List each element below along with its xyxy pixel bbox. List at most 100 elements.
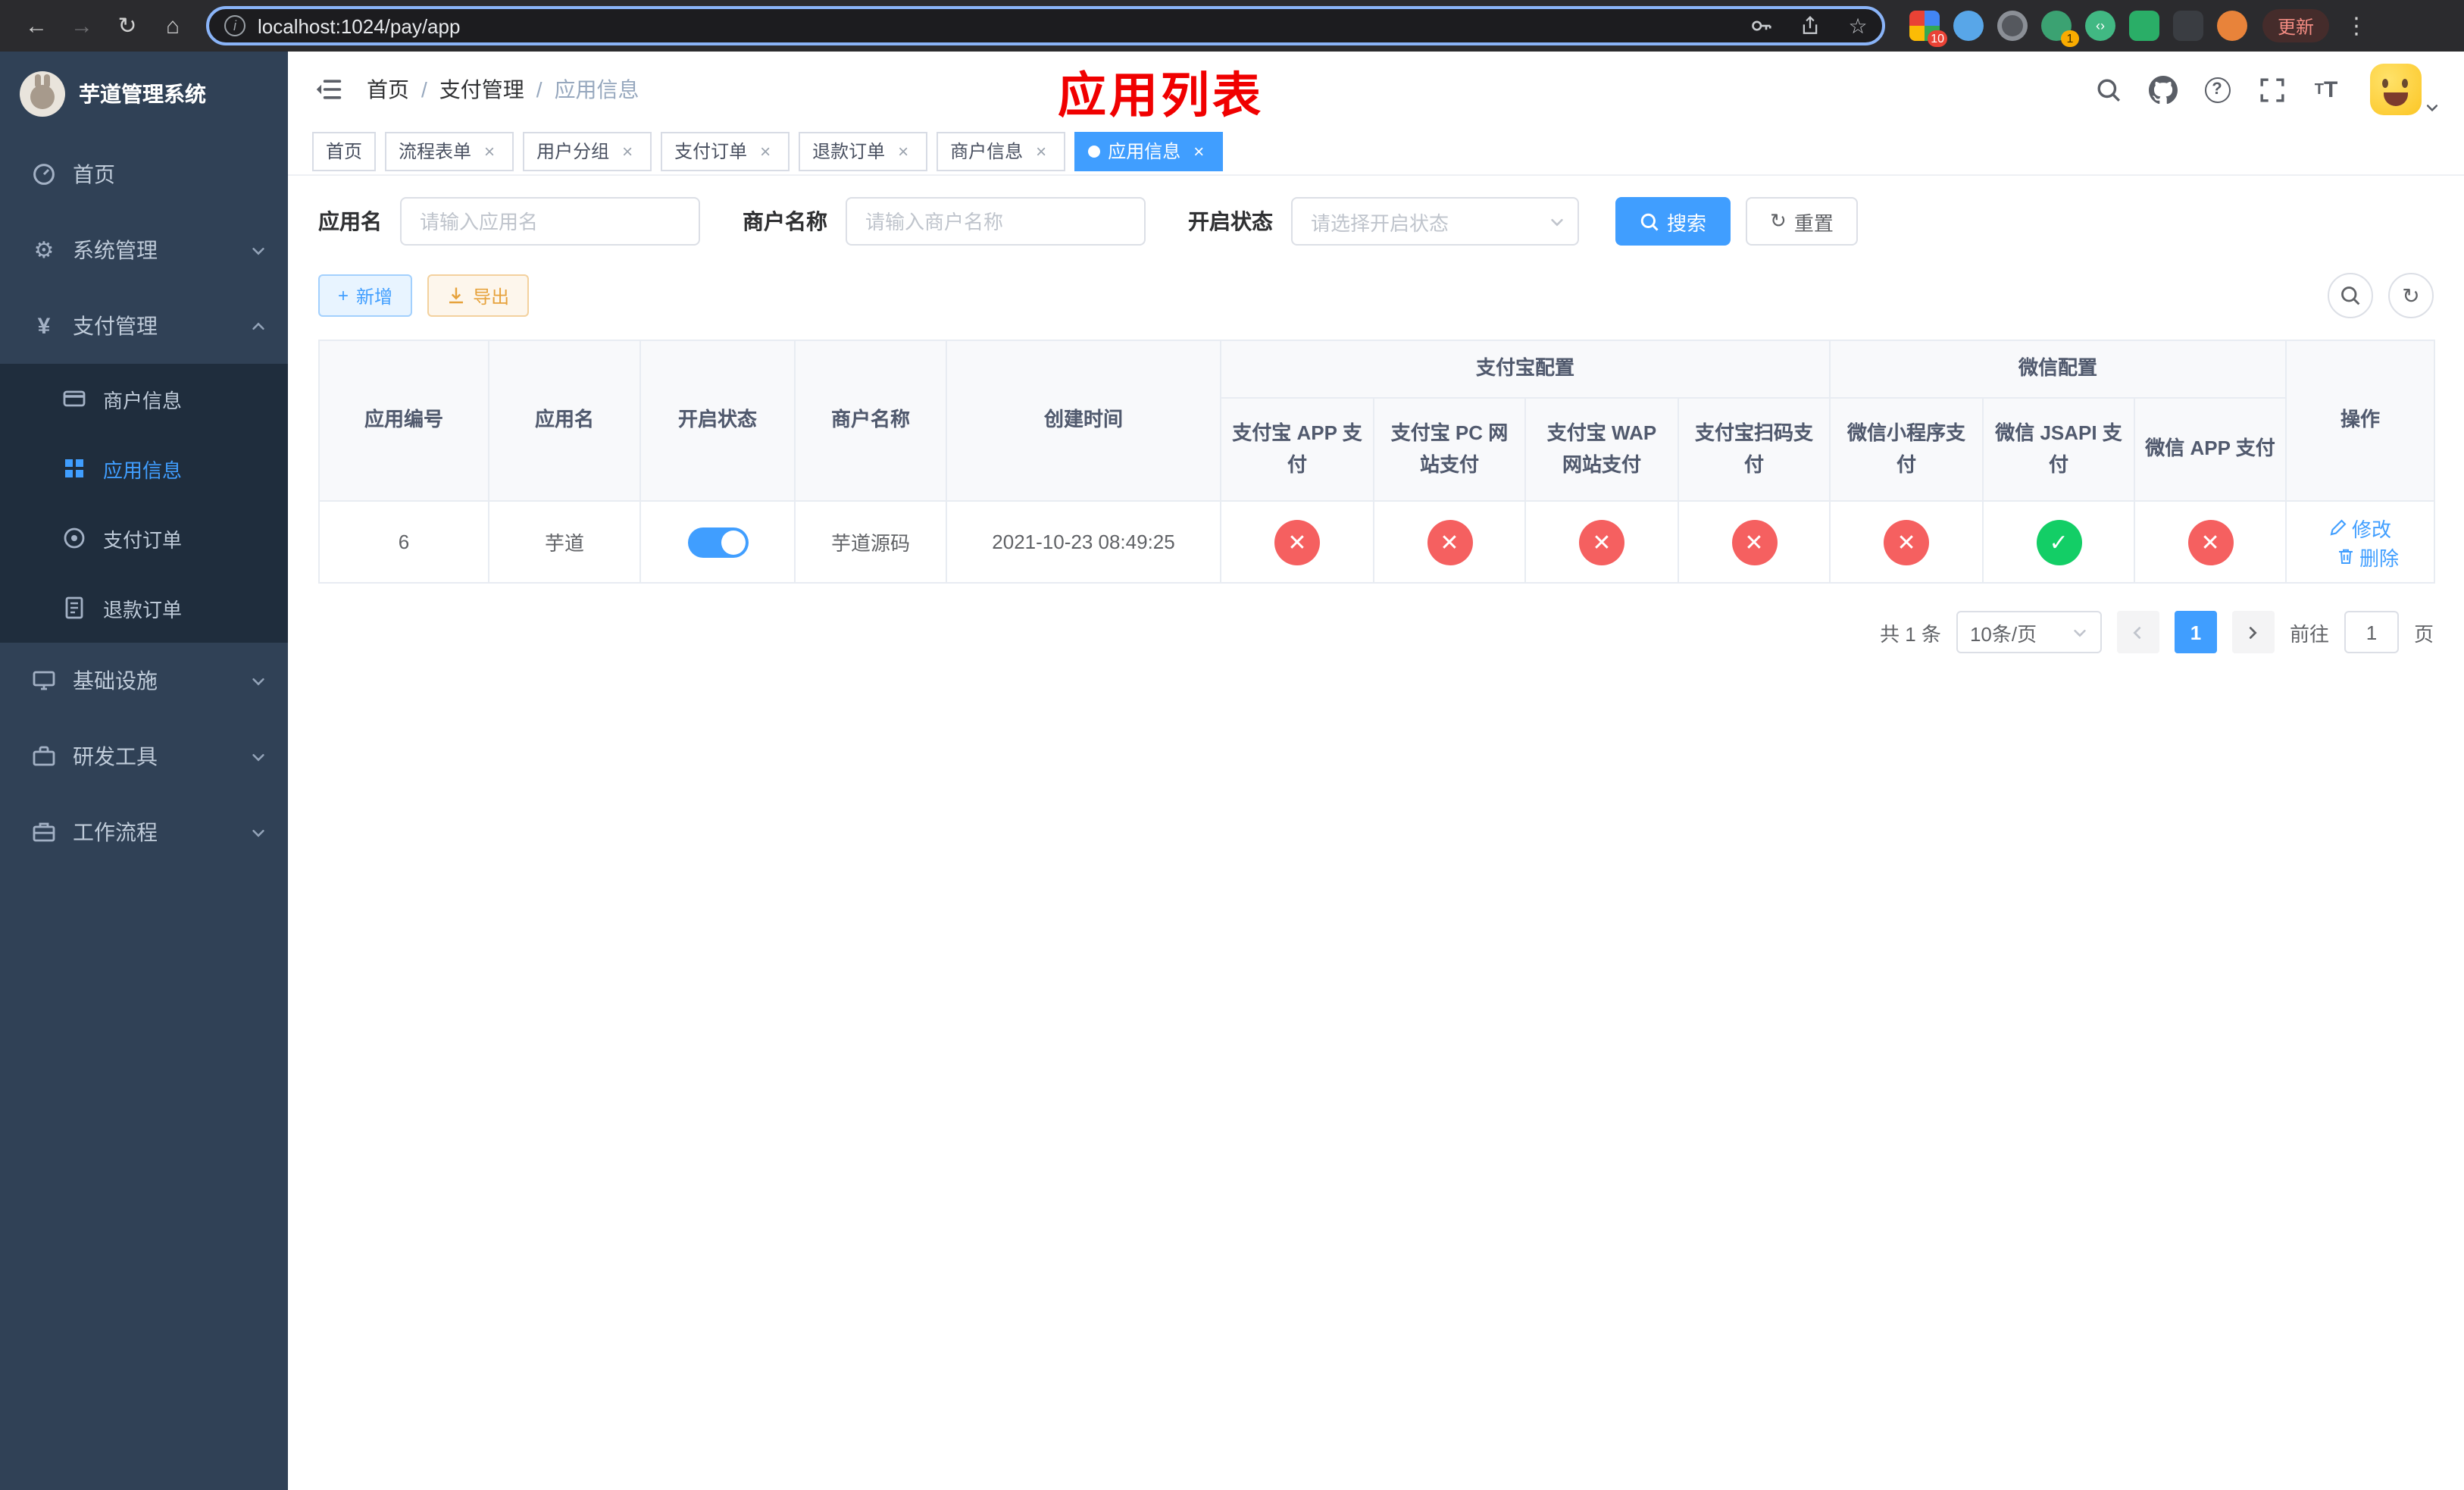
close-icon[interactable]: × [893, 140, 914, 161]
page-number-current[interactable]: 1 [2174, 611, 2217, 653]
extension-grid-icon[interactable]: 10 [1909, 11, 1947, 47]
sidebar-item-label: 支付订单 [103, 528, 183, 551]
sidebar-collapse-icon[interactable] [312, 73, 346, 106]
back-icon[interactable]: ← [15, 5, 58, 47]
goto-page-input[interactable] [2344, 611, 2399, 653]
next-page-button[interactable] [2231, 611, 2275, 653]
close-icon[interactable]: × [479, 140, 500, 161]
search-icon[interactable] [2085, 67, 2131, 112]
status-toggle[interactable] [687, 527, 748, 557]
home-icon[interactable]: ⌂ [152, 5, 194, 47]
status-select[interactable]: 请选择开启状态 [1291, 197, 1579, 246]
breadcrumb-item-payment[interactable]: 支付管理 [439, 74, 524, 105]
github-icon[interactable] [2140, 67, 2185, 112]
sidebar-item-dev-tools[interactable]: 研发工具 [0, 718, 288, 794]
sidebar-item-payment[interactable]: ¥ 支付管理 [0, 288, 288, 364]
sidebar-item-label: 应用信息 [103, 459, 183, 481]
tab-process-form[interactable]: 流程表单 × [385, 131, 514, 171]
share-icon[interactable] [1791, 8, 1828, 44]
tab-user-group[interactable]: 用户分组 × [523, 131, 652, 171]
sidebar-item-app-info[interactable]: 应用信息 [0, 434, 288, 503]
password-key-icon[interactable] [1743, 8, 1779, 44]
tab-label: 支付订单 [674, 141, 748, 162]
extension-drop-icon[interactable] [1953, 11, 1984, 41]
reload-icon[interactable]: ↻ [106, 5, 149, 47]
briefcase-icon [30, 819, 58, 846]
extension-badge: 1 [2061, 30, 2079, 47]
tags-view-bar: 首页 流程表单 × 用户分组 × 支付订单 × 退款订单 × 商户信息 × 应用… [288, 127, 2464, 176]
extension-dark-icon[interactable] [1997, 11, 2028, 41]
close-icon[interactable]: × [1188, 140, 1209, 161]
tab-home[interactable]: 首页 [312, 131, 377, 171]
monitor-icon [30, 667, 58, 694]
tab-merchant-info[interactable]: 商户信息 × [937, 131, 1066, 171]
prev-page-button[interactable] [2116, 611, 2159, 653]
payment-submenu: 商户信息 应用信息 支付订单 退款订单 [0, 364, 288, 643]
sidebar-item-merchant-info[interactable]: 商户信息 [0, 364, 288, 434]
sidebar-item-infrastructure[interactable]: 基础设施 [0, 643, 288, 718]
tab-label: 用户分组 [536, 141, 610, 162]
close-icon[interactable]: × [755, 140, 776, 161]
browser-update-button[interactable]: 更新 [2262, 9, 2330, 42]
font-size-icon[interactable]: TT [2303, 67, 2349, 112]
delete-link[interactable]: 删除 [2337, 542, 2399, 571]
app-name-input[interactable] [400, 197, 700, 246]
breadcrumb-item-home[interactable]: 首页 [367, 74, 409, 105]
alipay-wap-status-icon: ✕ [1579, 519, 1624, 565]
chevron-down-icon [250, 242, 267, 258]
extension-pin-icon[interactable] [2173, 11, 2203, 41]
user-menu[interactable] [2370, 64, 2440, 115]
forward-icon[interactable]: → [61, 5, 103, 47]
sidebar: 芋道管理系统 首页 ⚙ 系统管理 ¥ 支付管理 商户信息 应用信息 支付订单 退… [0, 52, 288, 1490]
reset-button[interactable]: ↻ 重置 [1746, 197, 1858, 246]
breadcrumb-separator: / [421, 77, 427, 102]
tab-payment-orders[interactable]: 支付订单 × [661, 131, 790, 171]
toggle-search-button[interactable] [2328, 273, 2373, 318]
fullscreen-icon[interactable] [2249, 67, 2294, 112]
merchant-name-input[interactable] [846, 197, 1146, 246]
app-logo[interactable]: 芋道管理系统 [0, 52, 288, 136]
sidebar-item-workflow[interactable]: 工作流程 [0, 794, 288, 870]
wechat-jsapi-status-icon: ✓ [2036, 519, 2082, 565]
chevron-down-icon [1551, 218, 1563, 226]
alipay-qr-status-icon: ✕ [1731, 519, 1777, 565]
browser-menu-icon[interactable]: ⋮ [2335, 5, 2378, 47]
plus-icon: + [338, 285, 349, 306]
chevron-down-icon [250, 824, 267, 840]
profile-avatar-icon[interactable] [2217, 11, 2247, 41]
help-icon[interactable]: ? [2194, 67, 2240, 112]
clock-icon [61, 524, 88, 552]
tab-refund-orders[interactable]: 退款订单 × [799, 131, 928, 171]
col-header-wechat-app: 微信 APP 支付 [2134, 397, 2287, 502]
page-size-select[interactable]: 10条/页 [1956, 611, 2102, 653]
pencil-icon [2330, 519, 2347, 536]
col-header-wechat-jsapi: 微信 JSAPI 支付 [1982, 397, 2136, 502]
edit-link[interactable]: 修改 [2329, 513, 2391, 542]
refresh-button[interactable]: ↻ [2388, 273, 2434, 318]
chevron-up-icon [250, 318, 267, 334]
chevron-down-icon [250, 748, 267, 765]
sidebar-item-payment-orders[interactable]: 支付订单 [0, 503, 288, 573]
tab-app-info[interactable]: 应用信息 × [1074, 131, 1224, 171]
close-icon[interactable]: × [617, 140, 638, 161]
sidebar-item-system[interactable]: ⚙ 系统管理 [0, 212, 288, 288]
app-title: 芋道管理系统 [79, 82, 206, 106]
bookmark-star-icon[interactable]: ☆ [1840, 8, 1876, 44]
site-info-icon[interactable]: i [224, 15, 245, 36]
sidebar-item-label: 基础设施 [73, 668, 158, 693]
extension-vue-icon[interactable] [2085, 11, 2115, 41]
add-button[interactable]: + 新增 [318, 274, 413, 317]
extension-avatar-icon[interactable]: 1 [2041, 11, 2079, 47]
search-button[interactable]: 搜索 [1615, 197, 1731, 246]
export-button[interactable]: 导出 [427, 274, 530, 317]
sidebar-item-refund-orders[interactable]: 退款订单 [0, 573, 288, 643]
trash-icon [2339, 549, 2353, 564]
tab-label: 流程表单 [399, 141, 472, 162]
address-bar[interactable]: i localhost:1024/pay/app ☆ [206, 6, 1885, 45]
page-annotation: 应用列表 [1058, 68, 1265, 123]
col-header-app-name: 应用名 [488, 340, 641, 502]
extension-wechat-icon[interactable] [2129, 11, 2159, 41]
sidebar-item-home[interactable]: 首页 [0, 136, 288, 212]
close-icon[interactable]: × [1030, 140, 1052, 161]
user-avatar [2370, 64, 2422, 115]
